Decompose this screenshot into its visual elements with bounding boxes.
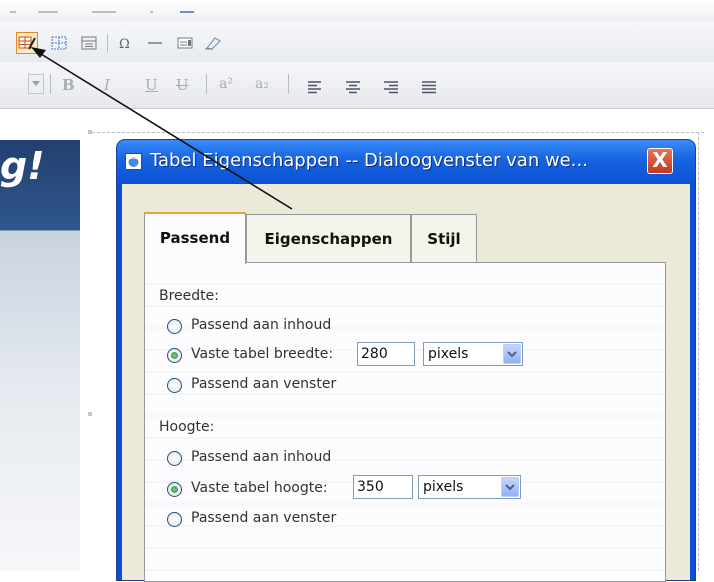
toolbar-separator	[107, 34, 108, 52]
align-justify-icon	[422, 81, 436, 94]
tab-label: Eigenschappen	[264, 230, 393, 248]
resize-handle[interactable]	[88, 130, 92, 134]
close-icon: X	[652, 148, 668, 172]
width-heading: Breedte:	[159, 288, 219, 304]
width-value-input[interactable]: 280	[357, 342, 415, 366]
width-unit-select[interactable]: pixels	[423, 342, 523, 366]
toolbar-divider	[150, 11, 153, 13]
omega-icon: Ω	[119, 37, 130, 51]
chevron-down-icon[interactable]	[501, 477, 519, 497]
chevron-down-icon[interactable]	[503, 344, 521, 364]
rows-icon	[81, 36, 97, 50]
italic-button[interactable]: I	[104, 76, 110, 94]
table-properties-icon	[18, 36, 36, 50]
banner-text: g!	[0, 144, 45, 188]
bold-button[interactable]: B	[62, 76, 75, 94]
svg-text:Ω: Ω	[119, 37, 130, 51]
close-button[interactable]: X	[647, 148, 673, 174]
toolbar-divider	[38, 11, 58, 13]
cell-properties-button[interactable]	[48, 32, 70, 54]
toolbar-separator	[50, 74, 51, 94]
height-fit-window-radio[interactable]	[167, 512, 182, 527]
toolbar-divider	[10, 11, 16, 13]
width-fixed-radio[interactable]	[167, 348, 182, 363]
strikethrough-button[interactable]: U	[176, 76, 189, 94]
width-fit-window-label[interactable]: Passend aan venster	[191, 376, 336, 392]
height-fixed-label[interactable]: Vaste tabel hoogte:	[191, 480, 328, 496]
special-character-button[interactable]: Ω	[114, 32, 136, 54]
height-unit-select[interactable]: pixels	[418, 475, 521, 499]
width-fit-content-label[interactable]: Passend aan inhoud	[191, 317, 331, 333]
width-fit-window-radio[interactable]	[167, 378, 182, 393]
chevron-down-icon	[32, 81, 40, 86]
insert-field-button[interactable]	[174, 32, 196, 54]
form-field-icon	[177, 37, 193, 49]
eraser-icon	[205, 37, 221, 50]
horizontal-line-icon	[148, 42, 162, 44]
toolbar-separator	[206, 74, 207, 94]
table-properties-dialog: Tabel Eigenschappen -- Dialoogvenster va…	[117, 140, 695, 582]
height-unit-value: pixels	[423, 479, 464, 495]
subscript-button[interactable]: a₂	[255, 76, 269, 92]
dialog-titlebar[interactable]: Tabel Eigenschappen -- Dialoogvenster va…	[117, 140, 695, 184]
align-center-button[interactable]	[342, 76, 364, 98]
align-right-icon	[384, 81, 398, 94]
align-right-button[interactable]	[380, 76, 402, 98]
height-heading: Hoogte:	[159, 419, 215, 435]
webpage-icon	[125, 153, 142, 170]
resize-handle[interactable]	[88, 412, 92, 416]
width-fit-content-radio[interactable]	[167, 319, 182, 334]
tab-eigenschappen[interactable]: Eigenschappen	[246, 214, 411, 264]
height-value-input[interactable]: 350	[353, 475, 413, 499]
dialog-body: Passend Eigenschappen Stijl Breedte: Pas…	[122, 184, 690, 582]
tab-label: Passend	[159, 229, 231, 247]
underline-button[interactable]: U	[145, 76, 158, 94]
cell-grid-icon	[51, 36, 67, 50]
toolbar-divider	[180, 11, 194, 13]
tab-panel-passend: Breedte: Passend aan inhoud Vaste tabel …	[144, 262, 666, 582]
page-banner	[0, 140, 80, 571]
dialog-title: Tabel Eigenschappen -- Dialoogvenster va…	[150, 150, 588, 171]
align-center-icon	[346, 81, 360, 94]
table-outline-top	[92, 132, 704, 133]
table-properties-button[interactable]	[16, 32, 38, 54]
toolbar-strip-top	[0, 0, 714, 22]
height-fixed-radio[interactable]	[167, 482, 182, 497]
tab-label: Stijl	[427, 230, 461, 248]
toolbar-separator	[288, 74, 289, 94]
row-properties-button[interactable]	[78, 32, 100, 54]
align-left-button[interactable]	[304, 76, 326, 98]
tab-passend[interactable]: Passend	[144, 212, 246, 264]
superscript-button[interactable]: a²	[219, 76, 233, 92]
tab-stijl[interactable]: Stijl	[411, 214, 477, 264]
width-fixed-label[interactable]: Vaste tabel breedte:	[191, 346, 333, 362]
table-outline-right	[698, 132, 699, 571]
height-fit-content-label[interactable]: Passend aan inhoud	[191, 449, 331, 465]
width-unit-value: pixels	[428, 346, 469, 362]
toolbar-divider	[92, 11, 116, 13]
horizontal-rule-button[interactable]	[144, 32, 166, 54]
font-dropdown-button[interactable]	[28, 74, 44, 94]
height-fit-window-label[interactable]: Passend aan venster	[191, 510, 336, 526]
eraser-button[interactable]	[202, 32, 224, 54]
align-left-icon	[308, 81, 321, 94]
table-toolbar: Ω	[0, 22, 714, 63]
justify-button[interactable]	[418, 76, 440, 98]
height-fit-content-radio[interactable]	[167, 451, 182, 466]
